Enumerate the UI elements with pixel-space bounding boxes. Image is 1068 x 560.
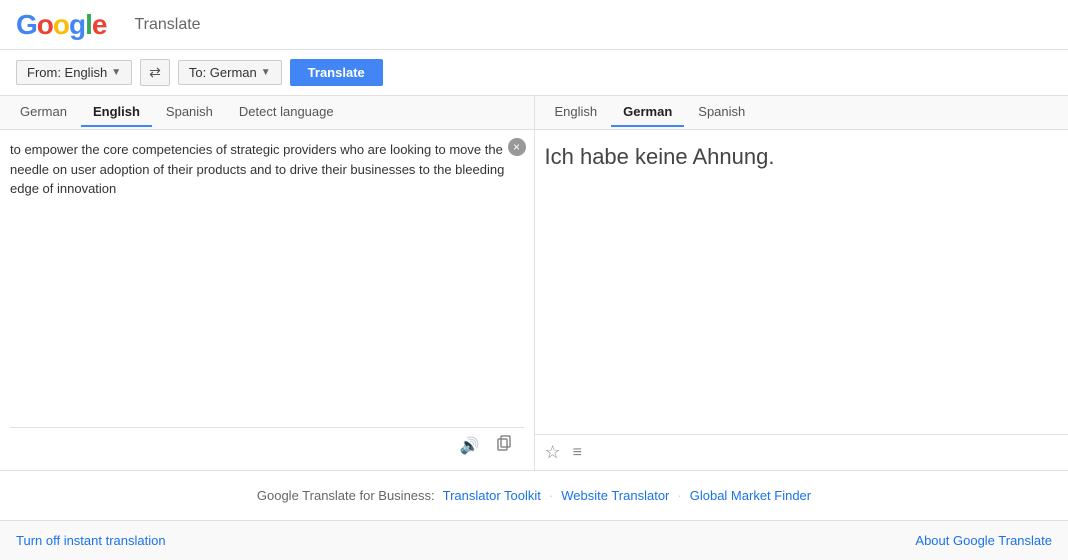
turn-off-instant-translation-link[interactable]: Turn off instant translation (16, 533, 166, 548)
about-google-translate-link[interactable]: About Google Translate (915, 533, 1052, 548)
app-label: Translate (134, 16, 200, 34)
global-market-finder-link[interactable]: Global Market Finder (690, 488, 811, 503)
target-tab-german[interactable]: German (611, 98, 684, 127)
business-footer-label: Google Translate for Business: (257, 488, 435, 503)
speak-button[interactable]: 🔊 (456, 434, 484, 458)
business-footer: Google Translate for Business: Translato… (0, 470, 1068, 520)
left-panel: German English Spanish Detect language t… (0, 96, 535, 470)
separator-2: · (677, 488, 681, 503)
input-toolbar: 🔊 (10, 427, 524, 463)
website-translator-link[interactable]: Website Translator (561, 488, 669, 503)
translate-button[interactable]: Translate (290, 59, 383, 86)
to-language-label: To: German (189, 65, 257, 80)
right-panel: English German Spanish Ich habe keine Ah… (535, 96, 1068, 470)
swap-icon: ⇄ (149, 64, 161, 81)
separator-1: · (549, 488, 553, 503)
google-logo: Google (16, 11, 106, 39)
toolbar: From: English ▼ ⇄ To: German ▼ Translate (0, 50, 1068, 96)
swap-languages-button[interactable]: ⇄ (140, 59, 170, 86)
header: Google Translate (0, 0, 1068, 50)
star-translation-button[interactable]: ☆ (543, 440, 563, 465)
target-language-tabs: English German Spanish (535, 96, 1068, 130)
source-tab-spanish[interactable]: Spanish (154, 98, 225, 127)
to-language-arrow-icon: ▼ (261, 67, 271, 78)
from-language-label: From: English (27, 65, 107, 80)
lines-icon: ≡ (573, 444, 582, 461)
source-text-input[interactable]: to empower the core competencies of stra… (10, 140, 524, 424)
source-tab-english[interactable]: English (81, 98, 152, 127)
output-toolbar: ☆ ≡ (535, 434, 1068, 470)
clear-input-button[interactable]: × (508, 138, 526, 156)
translation-output: Ich habe keine Ahnung. (535, 130, 1068, 434)
target-tab-spanish[interactable]: Spanish (686, 98, 757, 127)
translation-details-button[interactable]: ≡ (571, 442, 584, 464)
from-language-arrow-icon: ▼ (111, 67, 121, 78)
main-content: German English Spanish Detect language t… (0, 96, 1068, 470)
to-language-button[interactable]: To: German ▼ (178, 60, 282, 85)
source-tab-german[interactable]: German (8, 98, 79, 127)
translator-toolkit-link[interactable]: Translator Toolkit (443, 488, 541, 503)
source-language-tabs: German English Spanish Detect language (0, 96, 534, 130)
input-area: to empower the core competencies of stra… (0, 130, 534, 470)
star-icon: ☆ (545, 442, 561, 462)
speak-icon: 🔊 (460, 438, 480, 455)
from-language-button[interactable]: From: English ▼ (16, 60, 132, 85)
copy-icon (496, 438, 512, 455)
copy-button[interactable] (492, 433, 516, 458)
bottom-bar: Turn off instant translation About Googl… (0, 520, 1068, 560)
source-tab-detect[interactable]: Detect language (227, 98, 346, 127)
target-tab-english[interactable]: English (543, 98, 610, 127)
